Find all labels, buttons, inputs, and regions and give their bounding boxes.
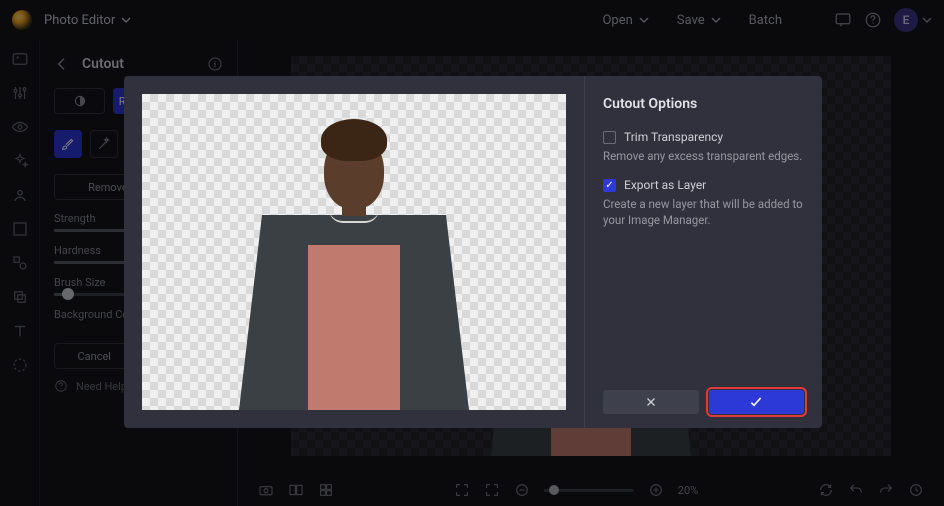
close-icon — [644, 395, 658, 409]
trim-label: Trim Transparency — [624, 130, 723, 144]
modal-title: Cutout Options — [603, 96, 804, 112]
cutout-preview — [142, 94, 566, 410]
modal-cancel-button[interactable] — [603, 390, 699, 414]
export-label: Export as Layer — [624, 178, 706, 192]
trim-description: Remove any excess transparent edges. — [603, 148, 804, 164]
export-description: Create a new layer that will be added to… — [603, 196, 804, 228]
modal-confirm-button[interactable] — [709, 390, 805, 414]
check-icon — [748, 394, 764, 410]
cutout-options-modal: Cutout Options Trim Transparency Remove … — [124, 76, 822, 428]
export-as-layer-checkbox[interactable]: ✓ — [603, 179, 616, 192]
trim-transparency-checkbox[interactable] — [603, 131, 616, 144]
